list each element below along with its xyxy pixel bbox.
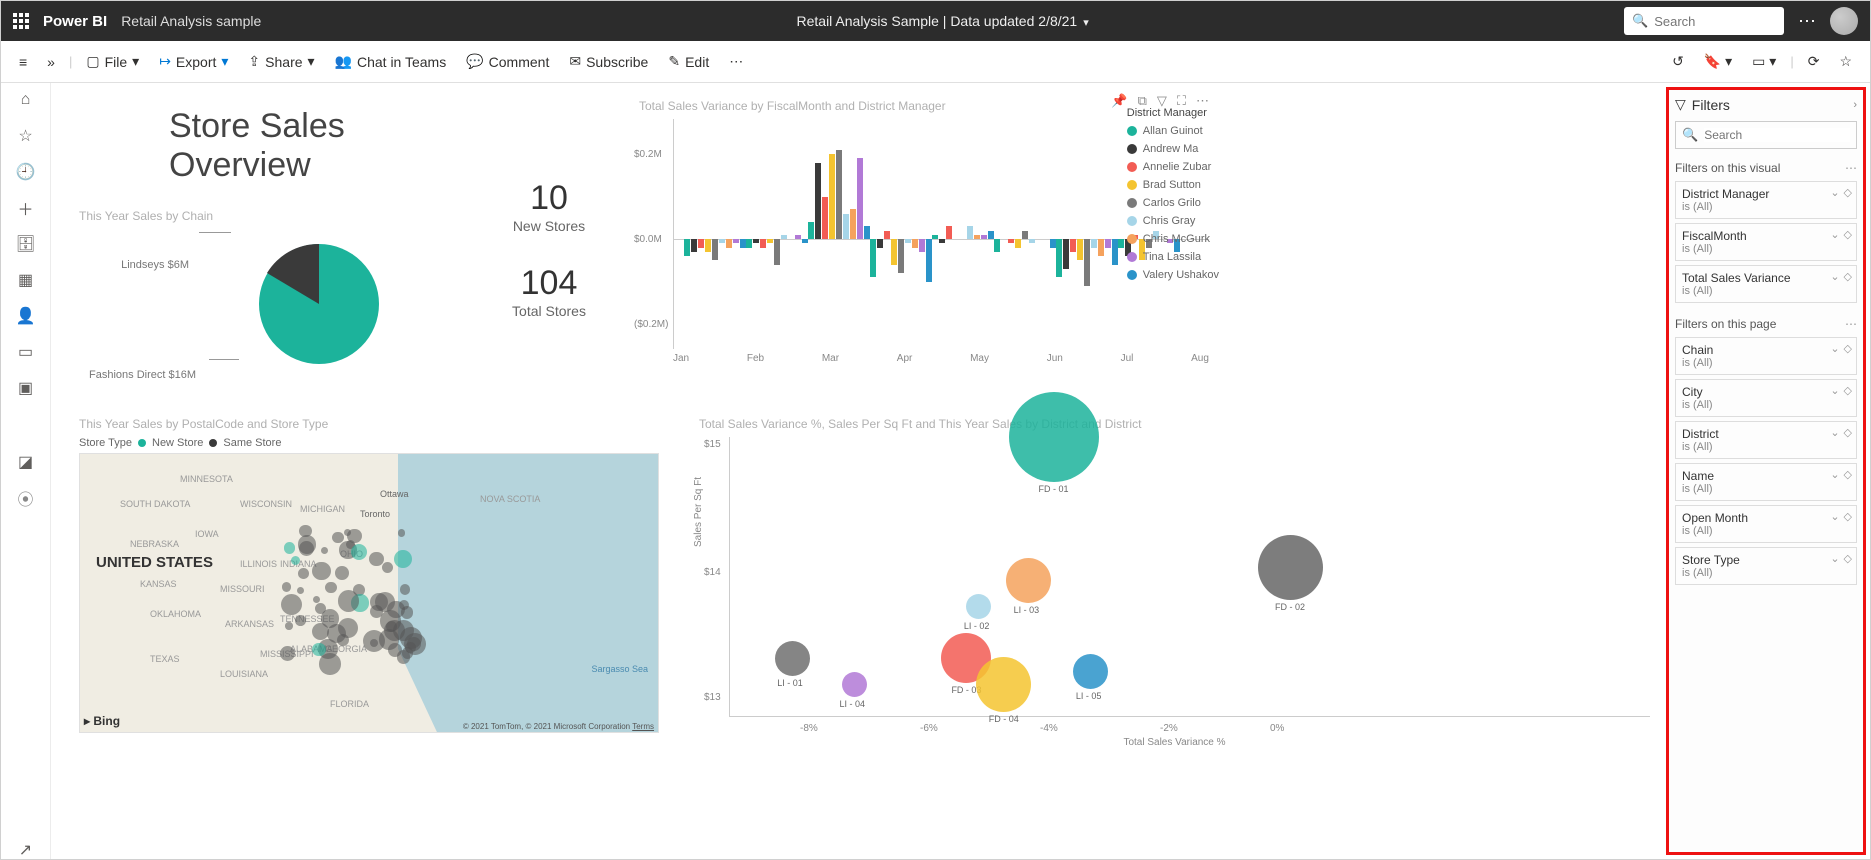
reset-icon[interactable]: ↺ <box>1664 49 1692 74</box>
workspace-name: Retail Analysis sample <box>121 13 261 29</box>
app-launcher-icon[interactable] <box>13 13 29 29</box>
pages-toggle-icon[interactable]: » <box>39 50 63 74</box>
pie-label-2: Fashions Direct $16M <box>89 369 196 381</box>
chevron-down-icon[interactable]: ⌄ <box>1830 342 1839 355</box>
getdata-icon[interactable]: ↗ <box>17 841 35 859</box>
view-menu[interactable]: ▭ ▾ <box>1744 49 1784 74</box>
create-icon[interactable]: ＋ <box>17 199 35 217</box>
bookmark-icon[interactable]: 🔖 ▾ <box>1696 49 1740 74</box>
search-input[interactable] <box>1654 14 1754 29</box>
filter-card[interactable]: Nameis (All)⌄◇ <box>1675 463 1857 501</box>
filter-card[interactable]: Store Typeis (All)⌄◇ <box>1675 547 1857 585</box>
filter-card[interactable]: Total Sales Varianceis (All)⌄◇ <box>1675 265 1857 303</box>
share-menu[interactable]: ⇪ Share ▾ <box>240 49 322 74</box>
clear-icon[interactable]: ◇ <box>1844 510 1852 523</box>
chat-teams[interactable]: 👥 Chat in Teams <box>327 49 455 74</box>
filters-header[interactable]: ▽ Filters › <box>1675 96 1857 113</box>
chevron-down-icon[interactable]: ⌄ <box>1830 384 1839 397</box>
deployment-icon[interactable]: ⦿ <box>17 489 35 507</box>
pie-chart[interactable]: Lindseys $6M Fashions Direct $16M <box>79 229 459 399</box>
brand: Power BI <box>43 13 107 30</box>
scatter-chart[interactable]: Total Sales Variance %, Sales Per Sq Ft … <box>699 417 1650 748</box>
chevron-down-icon[interactable]: ⌄ <box>1830 270 1839 283</box>
filters-search[interactable]: 🔍 <box>1675 121 1857 149</box>
app-nav: ⌂ ☆ 🕘 ＋ 🗄 ▦ 👤 ▭ ▣ ◪ ⦿ ↗ <box>1 83 51 859</box>
map-visual[interactable]: UNITED STATES MINNESOTA WISCONSIN MICHIG… <box>79 453 659 733</box>
clear-icon[interactable]: ◇ <box>1844 186 1852 199</box>
learn-icon[interactable]: ▭ <box>17 343 35 361</box>
filter-card[interactable]: Chainis (All)⌄◇ <box>1675 337 1857 375</box>
export-menu[interactable]: ↦ Export ▾ <box>151 49 236 74</box>
refresh-icon[interactable]: ⟳ <box>1800 49 1828 74</box>
chevron-down-icon[interactable]: ⌄ <box>1830 468 1839 481</box>
edit-button[interactable]: ✎ Edit <box>660 49 717 74</box>
apps-icon[interactable]: ▦ <box>17 271 35 289</box>
chevron-down-icon[interactable]: ⌄ <box>1830 510 1839 523</box>
pin-icon[interactable]: 📌 <box>1111 93 1127 109</box>
shared-icon[interactable]: 👤 <box>17 307 35 325</box>
datasets-icon[interactable]: 🗄 <box>17 235 35 253</box>
bar-legend: District Manager Allan GuinotAndrew MaAn… <box>1127 107 1219 287</box>
global-search[interactable]: 🔍 <box>1624 7 1784 35</box>
bing-logo: ▸ Bing <box>84 714 120 728</box>
report-title-center[interactable]: Retail Analysis Sample | Data updated 2/… <box>275 13 1610 29</box>
chevron-right-icon: › <box>1853 99 1857 111</box>
clear-icon[interactable]: ◇ <box>1844 384 1852 397</box>
command-bar: ≡ » | ▢ File ▾ ↦ Export ▾ ⇪ Share ▾ 👥 Ch… <box>1 41 1870 83</box>
chevron-down-icon[interactable]: ⌄ <box>1830 228 1839 241</box>
filter-card[interactable]: District Manageris (All)⌄◇ <box>1675 181 1857 219</box>
bar-chart[interactable]: 📌 ⧉ ▽ ⛶ ⋯ Total Sales Variance by Fiscal… <box>639 99 1209 399</box>
group-more-icon[interactable]: ⋯ <box>1845 317 1857 331</box>
map-legend: Store Type New Store Same Store <box>79 437 659 449</box>
report-canvas: Store Sales Overview This Year Sales by … <box>51 83 1662 859</box>
filter-card[interactable]: FiscalMonthis (All)⌄◇ <box>1675 223 1857 261</box>
pie-label-1: Lindseys $6M <box>109 259 189 271</box>
scatter-title: Total Sales Variance %, Sales Per Sq Ft … <box>699 417 1650 431</box>
chevron-down-icon[interactable]: ⌄ <box>1830 552 1839 565</box>
chevron-down-icon: ▾ <box>1083 17 1089 29</box>
file-menu[interactable]: ▢ File ▾ <box>78 49 147 74</box>
page-title: Store Sales Overview <box>169 107 459 185</box>
group-more-icon[interactable]: ⋯ <box>1845 161 1857 175</box>
chevron-down-icon[interactable]: ⌄ <box>1830 186 1839 199</box>
kpi-new-stores[interactable]: 10 New Stores <box>459 179 639 234</box>
clear-icon[interactable]: ◇ <box>1844 426 1852 439</box>
favorite-icon[interactable]: ☆ <box>1831 49 1860 74</box>
comment-button[interactable]: 💬 Comment <box>458 49 557 74</box>
map-title: This Year Sales by PostalCode and Store … <box>79 417 659 431</box>
workspace-switch-icon[interactable]: ◪ <box>17 453 35 471</box>
more-icon[interactable]: ⋯ <box>1798 11 1816 32</box>
favorites-icon[interactable]: ☆ <box>17 127 35 145</box>
more-commands-icon[interactable]: ⋯ <box>721 49 751 74</box>
avatar[interactable] <box>1830 7 1858 35</box>
pie-title: This Year Sales by Chain <box>79 209 459 223</box>
filter-card[interactable]: Open Monthis (All)⌄◇ <box>1675 505 1857 543</box>
filter-card[interactable]: Cityis (All)⌄◇ <box>1675 379 1857 417</box>
filter-icon: ▽ <box>1675 96 1686 113</box>
search-icon: 🔍 <box>1632 13 1648 29</box>
recent-icon[interactable]: 🕘 <box>17 163 35 181</box>
top-bar: Power BI Retail Analysis sample Retail A… <box>1 1 1870 41</box>
nav-toggle-icon[interactable]: ≡ <box>11 50 35 74</box>
home-icon[interactable]: ⌂ <box>17 91 35 109</box>
clear-icon[interactable]: ◇ <box>1844 552 1852 565</box>
clear-icon[interactable]: ◇ <box>1844 270 1852 283</box>
filter-card[interactable]: Districtis (All)⌄◇ <box>1675 421 1857 459</box>
workspaces-icon[interactable]: ▣ <box>17 379 35 397</box>
clear-icon[interactable]: ◇ <box>1844 468 1852 481</box>
search-icon: 🔍 <box>1682 127 1698 143</box>
kpi-total-stores[interactable]: 104 Total Stores <box>459 264 639 319</box>
clear-icon[interactable]: ◇ <box>1844 342 1852 355</box>
filters-pane: ▽ Filters › 🔍 Filters on this visual⋯ Di… <box>1666 87 1866 855</box>
clear-icon[interactable]: ◇ <box>1844 228 1852 241</box>
chevron-down-icon[interactable]: ⌄ <box>1830 426 1839 439</box>
subscribe-button[interactable]: ✉ Subscribe <box>561 49 656 74</box>
